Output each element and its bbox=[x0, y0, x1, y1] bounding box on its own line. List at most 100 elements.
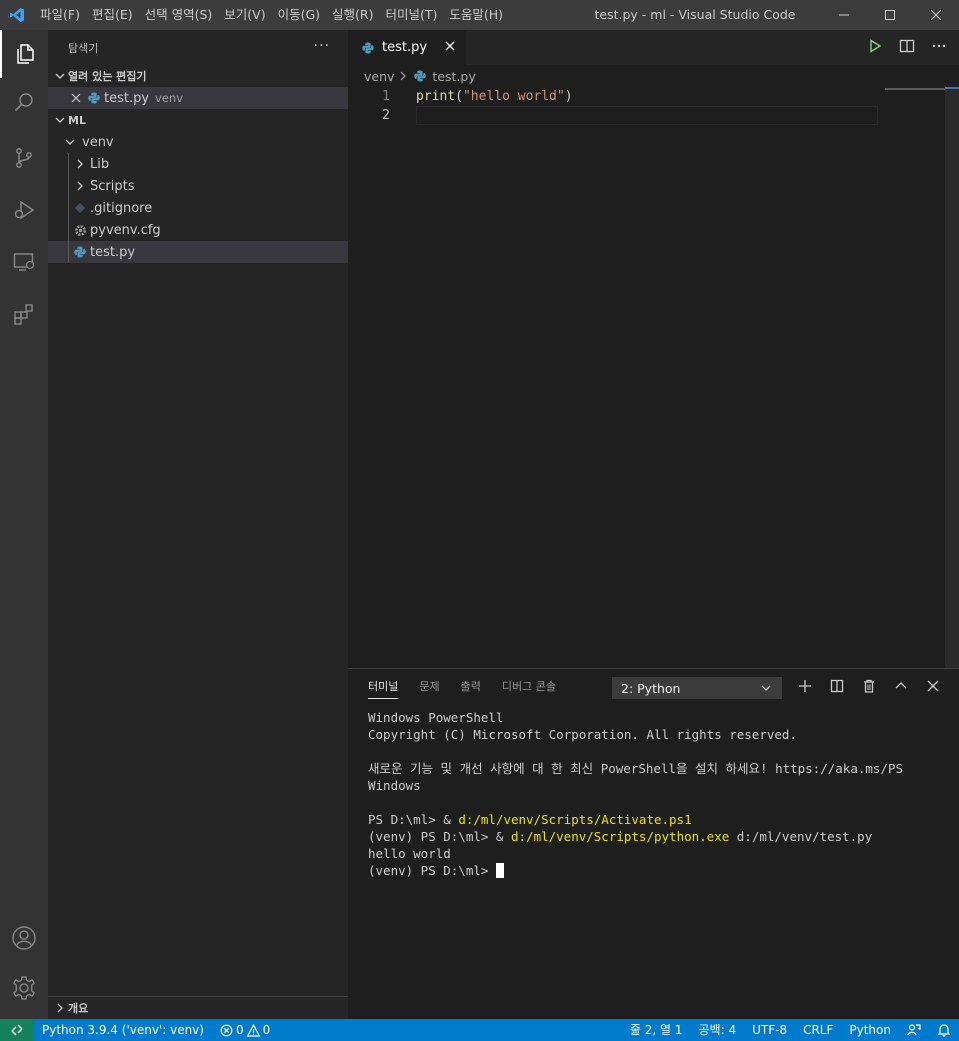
title-bar: 파일(F) 편집(E) 선택 영역(S) 보기(V) 이동(G) 실행(R) 터… bbox=[0, 0, 959, 30]
terminal-select[interactable]: 2: Python bbox=[612, 677, 782, 699]
tab-debug-console[interactable]: 디버그 콘솔 bbox=[502, 669, 556, 705]
menu-bar: 파일(F) 편집(E) 선택 영역(S) 보기(V) 이동(G) 실행(R) 터… bbox=[34, 0, 509, 30]
tree-label: .gitignore bbox=[90, 200, 153, 216]
tree-label: Scripts bbox=[90, 178, 135, 194]
split-terminal-button[interactable] bbox=[828, 677, 846, 695]
more-actions-button[interactable] bbox=[931, 38, 947, 58]
python-file-icon bbox=[72, 244, 88, 260]
workspace-header[interactable]: ML bbox=[48, 109, 348, 131]
menu-file[interactable]: 파일(F) bbox=[34, 0, 86, 30]
editor-area: test.py venv test.py 1 print("hello worl… bbox=[348, 30, 959, 668]
tree-label: test.py bbox=[90, 244, 136, 260]
feedback-button[interactable] bbox=[899, 1019, 929, 1041]
activity-explorer[interactable] bbox=[0, 30, 48, 78]
problems-status[interactable]: 0 0 bbox=[212, 1019, 278, 1041]
terminal-output[interactable]: Windows PowerShell Copyright (C) Microso… bbox=[348, 705, 959, 879]
indent-guide bbox=[68, 197, 69, 219]
terminal-prompt: (venv) PS D:\ml> & bbox=[368, 829, 511, 844]
minimize-button[interactable] bbox=[821, 0, 867, 30]
close-icon[interactable] bbox=[68, 90, 84, 106]
close-window-button[interactable] bbox=[913, 0, 959, 30]
remote-explorer-icon bbox=[13, 253, 35, 271]
tree-item-test-py[interactable]: test.py bbox=[48, 241, 348, 263]
menu-run[interactable]: 실행(R) bbox=[326, 0, 379, 30]
menu-edit[interactable]: 편집(E) bbox=[86, 0, 139, 30]
chevron-down-icon bbox=[759, 681, 773, 698]
close-panel-button[interactable] bbox=[924, 677, 942, 695]
tab-terminal[interactable]: 터미널 bbox=[368, 669, 399, 705]
tree-item-lib[interactable]: Lib bbox=[48, 153, 348, 175]
remote-indicator[interactable] bbox=[0, 1019, 34, 1041]
activity-search[interactable] bbox=[0, 78, 48, 126]
tree-item-venv[interactable]: venv bbox=[48, 131, 348, 153]
tree-item-gitignore[interactable]: .gitignore bbox=[48, 197, 348, 219]
close-tab-icon[interactable] bbox=[444, 40, 456, 56]
split-editor-button[interactable] bbox=[899, 38, 915, 58]
chevron-right-icon bbox=[52, 1000, 68, 1016]
scroll-indicator bbox=[945, 87, 959, 89]
breadcrumb-folder[interactable]: venv bbox=[364, 69, 394, 84]
menu-terminal[interactable]: 터미널(T) bbox=[380, 0, 444, 30]
maximize-button[interactable] bbox=[867, 0, 913, 30]
cursor-position[interactable]: 줄 2, 열 1 bbox=[622, 1019, 691, 1041]
menu-view[interactable]: 보기(V) bbox=[218, 0, 271, 30]
gear-icon bbox=[12, 976, 36, 1000]
activity-manage[interactable] bbox=[0, 964, 48, 1012]
run-file-button[interactable] bbox=[867, 38, 883, 58]
open-editors-header[interactable]: 열려 있는 편집기 bbox=[48, 65, 348, 87]
editor-actions bbox=[867, 30, 947, 65]
indentation[interactable]: 공백: 4 bbox=[691, 1019, 745, 1041]
notifications-button[interactable] bbox=[929, 1019, 959, 1041]
minimap[interactable] bbox=[885, 88, 945, 90]
python-interpreter[interactable]: Python 3.9.4 ('venv': venv) bbox=[34, 1019, 212, 1041]
chevron-right-icon bbox=[72, 178, 88, 194]
token-punct: ) bbox=[564, 89, 573, 104]
menu-selection[interactable]: 선택 영역(S) bbox=[139, 0, 219, 30]
kill-terminal-button[interactable] bbox=[860, 677, 878, 695]
new-terminal-button[interactable] bbox=[796, 677, 814, 695]
editor-scrollbar[interactable] bbox=[945, 87, 959, 668]
tab-test-py[interactable]: test.py bbox=[348, 30, 466, 65]
activity-run-debug[interactable] bbox=[0, 186, 48, 234]
breadcrumb-file[interactable]: test.py bbox=[432, 69, 475, 84]
activity-source-control[interactable] bbox=[0, 134, 48, 182]
terminal-argument: d:/ml/venv/test.py bbox=[729, 829, 873, 844]
split-editor-icon bbox=[899, 39, 915, 52]
more-actions-icon[interactable]: ··· bbox=[314, 38, 330, 54]
tree-item-pyvenv-cfg[interactable]: pyvenv.cfg bbox=[48, 219, 348, 241]
line-number: 1 bbox=[382, 89, 390, 104]
indent-guide bbox=[68, 219, 69, 241]
tree-label: pyvenv.cfg bbox=[90, 222, 161, 238]
language-mode[interactable]: Python bbox=[841, 1019, 899, 1041]
play-icon bbox=[870, 38, 882, 53]
chevron-right-icon bbox=[398, 69, 408, 84]
run-debug-icon bbox=[14, 200, 35, 220]
tab-problems[interactable]: 문제 bbox=[419, 669, 439, 705]
encoding[interactable]: UTF-8 bbox=[744, 1019, 795, 1041]
minimize-icon bbox=[839, 14, 849, 16]
menu-go[interactable]: 이동(G) bbox=[272, 0, 326, 30]
python-file-icon bbox=[412, 68, 428, 84]
end-of-line[interactable]: CRLF bbox=[795, 1019, 841, 1041]
tree-label: venv bbox=[82, 134, 114, 150]
open-editor-item[interactable]: test.py venv bbox=[48, 87, 348, 109]
outline-header[interactable]: 개요 bbox=[48, 996, 348, 1018]
tab-output[interactable]: 출력 bbox=[461, 669, 481, 705]
code-line[interactable]: 1 print("hello world") bbox=[348, 87, 959, 106]
activity-remote-explorer[interactable] bbox=[0, 238, 48, 286]
token-function: print bbox=[416, 89, 456, 104]
activity-extensions[interactable] bbox=[0, 290, 48, 338]
maximize-panel-button[interactable] bbox=[892, 677, 910, 695]
activity-accounts[interactable] bbox=[0, 914, 48, 962]
tree-item-scripts[interactable]: Scripts bbox=[48, 175, 348, 197]
activity-bar bbox=[0, 30, 48, 1019]
split-icon bbox=[830, 679, 844, 693]
error-icon bbox=[220, 1024, 233, 1036]
terminal-line: hello world bbox=[368, 846, 451, 861]
tree-label: Lib bbox=[90, 156, 110, 172]
menu-help[interactable]: 도움말(H) bbox=[443, 0, 509, 30]
code-line-current[interactable]: 2 bbox=[348, 106, 959, 125]
source-control-icon bbox=[16, 148, 32, 168]
error-count: 0 bbox=[235, 1023, 244, 1037]
code-editor[interactable]: 1 print("hello world") 2 bbox=[348, 87, 959, 125]
